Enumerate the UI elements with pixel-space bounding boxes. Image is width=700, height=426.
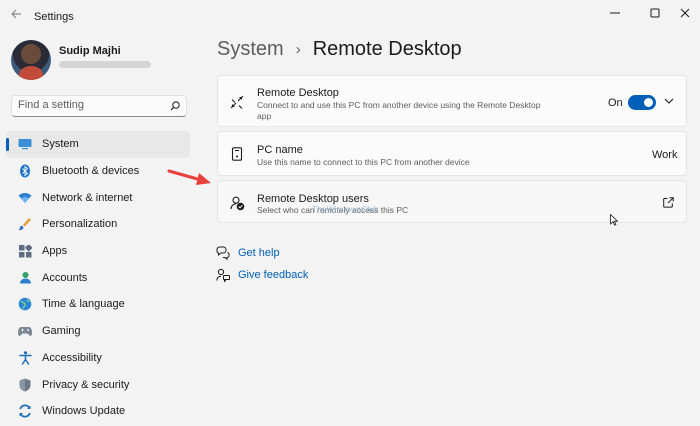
back-arrow-icon	[11, 9, 21, 19]
toggle-state-label: On	[608, 97, 623, 109]
chevron-down-icon[interactable]	[662, 94, 676, 108]
sidebar-item-label: System	[42, 138, 79, 151]
pc-name-card: PC name Use this name to connect to this…	[217, 131, 687, 176]
accessibility-icon	[18, 351, 32, 365]
app-title: Settings	[34, 11, 74, 23]
sidebar-item-label: Time & language	[42, 298, 125, 311]
users-icon	[229, 195, 245, 211]
time-language-icon	[18, 297, 32, 311]
back-button[interactable]	[8, 8, 24, 24]
remote-desktop-users-card[interactable]: Remote Desktop users Select who can remo…	[217, 180, 687, 226]
sidebar-item-label: Accounts	[42, 271, 88, 284]
close-icon	[680, 8, 690, 18]
user-name: Sudip Majhi	[59, 45, 121, 57]
pc-name-value: Work	[652, 149, 678, 161]
open-external-icon[interactable]	[663, 197, 674, 208]
remote-desktop-icon	[229, 94, 245, 110]
bluetooth-icon	[18, 164, 32, 178]
sidebar-item-label: Network & internet	[42, 191, 133, 204]
give-feedback-label[interactable]: Give feedback	[238, 269, 308, 281]
search-box[interactable]	[11, 95, 187, 117]
search-icon[interactable]	[169, 100, 181, 112]
feedback-icon	[216, 268, 230, 282]
get-help-link[interactable]: Get help	[216, 246, 280, 260]
remote-desktop-title: Remote Desktop	[257, 87, 339, 99]
title-bar: Settings	[0, 0, 700, 32]
breadcrumb-separator: ›	[295, 41, 301, 58]
sidebar-item-label: Accessibility	[42, 351, 102, 364]
sidebar-item-bluetooth[interactable]: Bluetooth & devices	[6, 158, 190, 185]
pc-name-title: PC name	[257, 144, 303, 156]
maximize-icon	[650, 8, 660, 18]
sidebar-item-label: Personalization	[42, 218, 118, 231]
sidebar-item-label: Gaming	[42, 325, 81, 338]
maximize-button[interactable]	[640, 3, 670, 23]
close-button[interactable]	[670, 3, 700, 23]
get-help-label[interactable]: Get help	[238, 247, 280, 259]
sidebar-item-accessibility[interactable]: Accessibility	[6, 345, 190, 372]
remote-desktop-card[interactable]: Remote Desktop Connect to and use this P…	[217, 75, 687, 127]
sidebar-item-gaming[interactable]: Gaming	[6, 318, 190, 345]
minimize-button[interactable]	[600, 3, 630, 23]
user-email-redacted	[59, 61, 151, 68]
sidebar-item-label: Bluetooth & devices	[42, 165, 140, 178]
system-icon	[18, 137, 32, 151]
sidebar-item-windows-update[interactable]: Windows Update	[6, 398, 190, 425]
sidebar-item-apps[interactable]: Apps	[6, 238, 190, 265]
sidebar-item-privacy[interactable]: Privacy & security	[6, 371, 190, 398]
remote-desktop-toggle[interactable]	[628, 95, 656, 110]
pc-icon	[229, 146, 245, 162]
sidebar-item-network[interactable]: Network & internet	[6, 184, 190, 211]
sidebar-item-label: Windows Update	[42, 405, 126, 418]
sidebar-item-accounts[interactable]: Accounts	[6, 264, 190, 291]
page-title: Remote Desktop	[312, 38, 462, 60]
avatar[interactable]	[11, 40, 51, 80]
sidebar-item-label: Privacy & security	[42, 378, 130, 391]
gaming-icon	[18, 324, 32, 338]
annotation-arrow-icon	[167, 169, 211, 185]
personalization-icon	[18, 217, 32, 231]
sidebar-item-personalization[interactable]: Personalization	[6, 211, 190, 238]
watermark: TheWindowsClub	[312, 204, 379, 214]
privacy-icon	[18, 378, 32, 392]
breadcrumb-parent[interactable]: System	[217, 38, 284, 61]
sidebar-item-label: Apps	[42, 245, 68, 258]
pc-name-description: Use this name to connect to this PC from…	[257, 157, 470, 167]
mouse-cursor-icon	[610, 214, 618, 226]
sidebar-item-time-language[interactable]: Time & language	[6, 291, 190, 318]
search-input[interactable]	[18, 99, 168, 111]
apps-icon	[18, 244, 32, 258]
windows-update-icon	[18, 404, 32, 418]
accounts-icon	[18, 271, 32, 285]
network-icon	[18, 191, 32, 205]
minimize-icon	[610, 12, 620, 14]
help-icon	[216, 246, 230, 260]
remote-desktop-description: Connect to and use this PC from another …	[257, 100, 541, 121]
sidebar-item-system[interactable]: System	[6, 131, 190, 158]
give-feedback-link[interactable]: Give feedback	[216, 268, 308, 282]
sidebar-nav: System Bluetooth & devices Network & int…	[6, 131, 190, 425]
breadcrumb: System › Remote Desktop	[217, 38, 462, 61]
